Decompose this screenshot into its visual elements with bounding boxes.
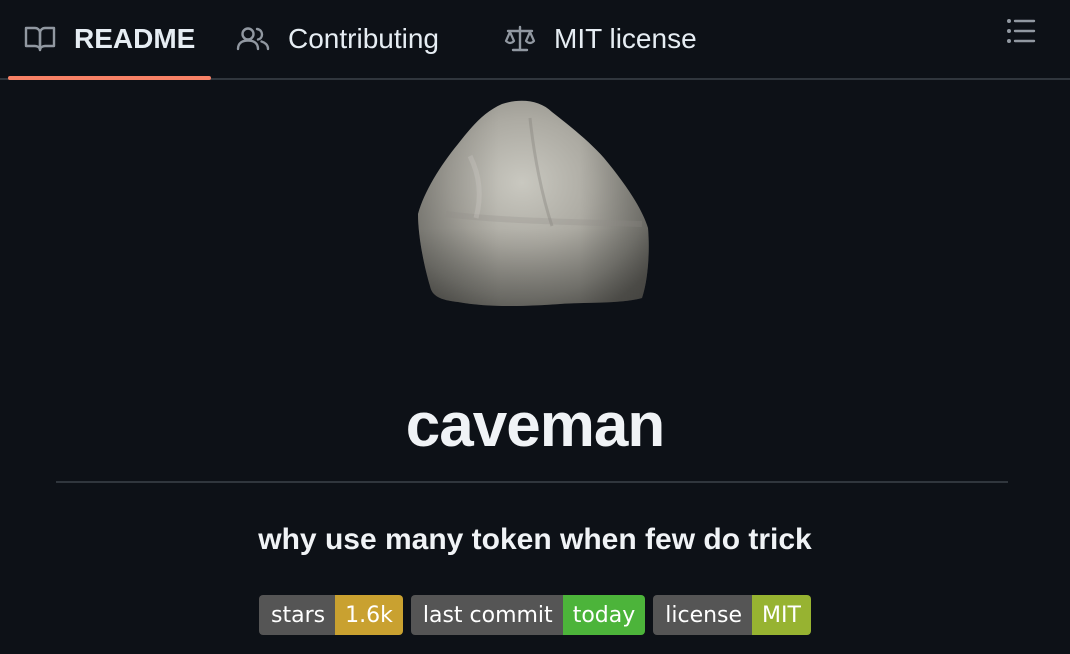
- law-icon: [504, 25, 536, 53]
- last-commit-badge[interactable]: last commit today: [410, 595, 646, 635]
- repo-tagline: why use many token when few do trick: [258, 523, 812, 556]
- stars-badge-label: stars: [259, 595, 336, 635]
- badge-row: stars 1.6k last commit today license MIT: [0, 595, 1070, 635]
- license-badge[interactable]: license MIT: [653, 595, 811, 635]
- tab-readme[interactable]: README: [7, 0, 212, 80]
- tab-license-label: MIT license: [554, 23, 697, 54]
- last-commit-badge-label: last commit: [410, 595, 563, 635]
- tab-license[interactable]: MIT license: [504, 0, 697, 78]
- outline-button[interactable]: [1004, 18, 1038, 48]
- tab-contributing[interactable]: Contributing: [236, 0, 439, 78]
- license-badge-value: MIT: [752, 595, 811, 635]
- tab-readme-label: README: [74, 23, 196, 54]
- repo-title: caveman: [405, 391, 665, 460]
- tab-contributing-label: Contributing: [288, 23, 439, 54]
- book-icon: [24, 25, 56, 53]
- list-unordered-icon: [1006, 18, 1036, 49]
- rock-logo-image: [410, 96, 656, 310]
- last-commit-badge-value: today: [562, 595, 646, 635]
- stars-badge-value: 1.6k: [335, 595, 403, 635]
- readme-tab-bar: README Contributing MIT license: [0, 0, 1070, 80]
- heading-divider: [56, 481, 1008, 483]
- stars-badge[interactable]: stars 1.6k: [259, 595, 403, 635]
- people-icon: [236, 25, 270, 53]
- license-badge-label: license: [653, 595, 753, 635]
